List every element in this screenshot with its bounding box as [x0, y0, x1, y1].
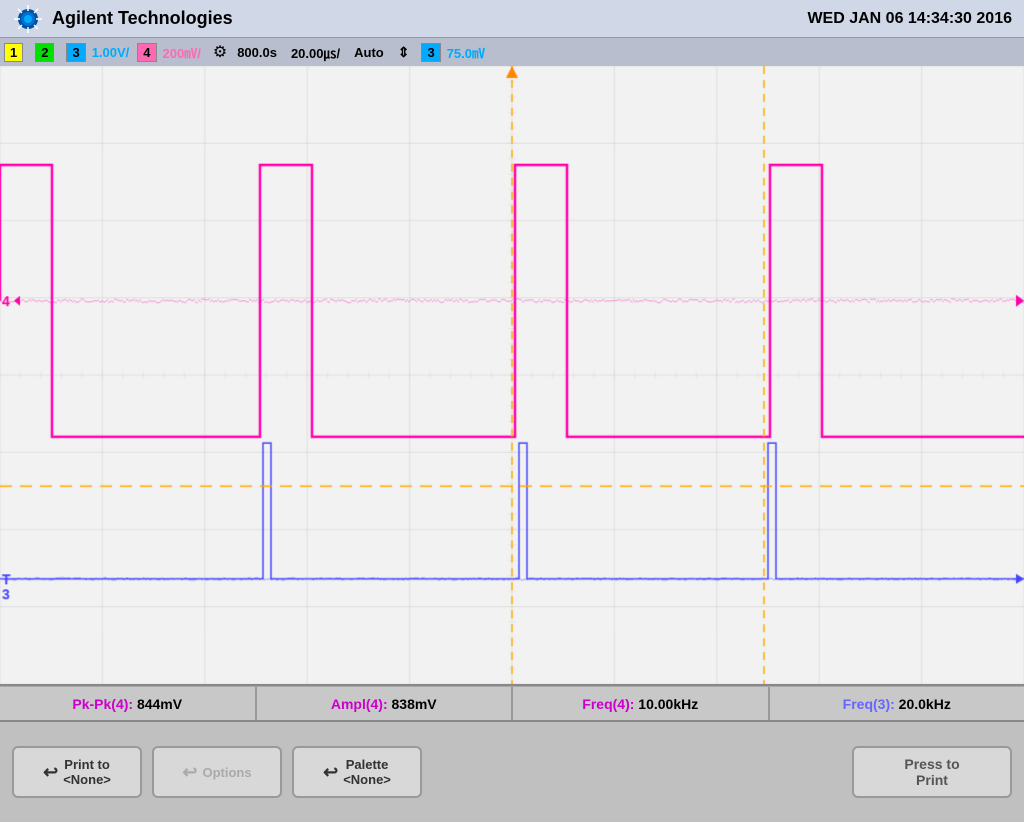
channel-3-ref: 3 [421, 43, 440, 62]
measurement-freq3: Freq(3): 20.0kHz [770, 687, 1024, 720]
palette-icon: ↩ [323, 762, 338, 783]
channel-3-scale: 1.00V/ [86, 41, 136, 63]
company-name: Agilent Technologies [52, 8, 233, 29]
trigger-slope-icon: ⇕ [392, 41, 416, 63]
options-button[interactable]: ↩ Options [152, 746, 282, 798]
print-to-icon: ↩ [43, 762, 58, 783]
palette-button[interactable]: ↩ Palette <None> [292, 746, 422, 798]
header-left: Agilent Technologies [12, 3, 233, 35]
print-to-button[interactable]: ↩ Print to <None> [12, 746, 142, 798]
palette-label: Palette <None> [343, 757, 391, 787]
header: Agilent Technologies WED JAN 06 14:34:30… [0, 0, 1024, 38]
meas-freq3-label: Freq(3): [843, 696, 899, 712]
meas-ampl-label: Ampl(4): [331, 696, 392, 712]
trigger-mode: Auto [348, 41, 390, 63]
scope-display [0, 66, 1024, 686]
options-icon: ↩ [182, 762, 197, 783]
meas-pkpk-value: 844mV [137, 696, 182, 712]
settings-icon[interactable]: ⚙ [213, 42, 227, 62]
meas-ampl-value: 838mV [392, 696, 437, 712]
measurements-bar: Pk-Pk(4): 844mV Ampl(4): 838mV Freq(4): … [0, 686, 1024, 722]
time-scale: 20.00㎲/ [285, 41, 346, 63]
bottom-bar: ↩ Print to <None> ↩ Options ↩ Palette <N… [0, 722, 1024, 822]
press-to-print-button[interactable]: Press to Print [852, 746, 1012, 798]
meas-freq4-label: Freq(4): [582, 696, 638, 712]
press-to-print-label: Press to Print [904, 756, 959, 788]
measurement-pkpk: Pk-Pk(4): 844mV [0, 687, 257, 720]
agilent-logo [12, 3, 44, 35]
options-label: Options [202, 765, 251, 780]
channel-bar: 1 2 3 1.00V/ 4 200㎷/ ⚙ 800.0s 20.00㎲/ Au… [0, 38, 1024, 66]
measurement-ampl: Ampl(4): 838mV [257, 687, 514, 720]
channel-2-number[interactable]: 2 [35, 43, 54, 62]
channel-4-number[interactable]: 4 [137, 43, 156, 62]
channel-4-scale: 200㎷/ [157, 41, 207, 63]
measurement-freq4: Freq(4): 10.00kHz [513, 687, 770, 720]
channel-3-ref-val: 75.0㎷ [441, 41, 491, 63]
datetime: WED JAN 06 14:34:30 2016 [807, 10, 1012, 28]
timebase-value: 800.0s [231, 41, 283, 63]
meas-freq4-value: 10.00kHz [638, 696, 698, 712]
channel-1-number[interactable]: 1 [4, 43, 23, 62]
meas-pkpk-label: Pk-Pk(4): [72, 696, 137, 712]
print-to-label: Print to <None> [63, 757, 111, 787]
channel-3-number[interactable]: 3 [66, 43, 85, 62]
meas-freq3-value: 20.0kHz [899, 696, 951, 712]
waveform-canvas [0, 66, 1024, 684]
